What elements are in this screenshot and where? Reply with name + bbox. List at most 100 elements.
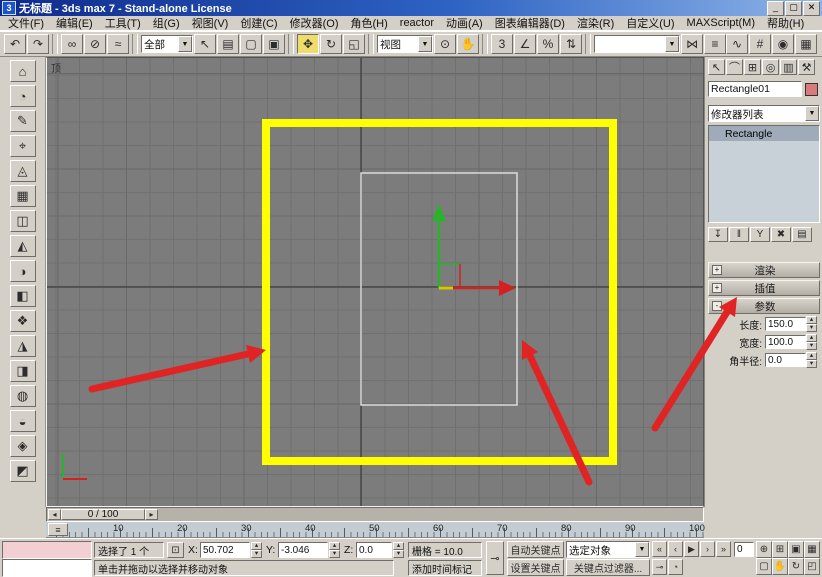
spinner-up-button[interactable]: ▴ [329,542,340,550]
menu-rendering[interactable]: 渲染(R) [571,15,620,31]
select-and-rotate-button[interactable]: ↻ [320,34,342,54]
time-slider-track[interactable]: ◂ 0 / 100 ▸ [46,507,704,522]
modifier-stack[interactable]: Rectangle [708,125,820,223]
left-toolbar-button[interactable]: ◒ [9,410,36,432]
curve-editor-button[interactable]: ∿ [726,34,748,54]
expand-icon[interactable]: + [712,283,722,293]
left-toolbar-button[interactable]: ▦ [9,185,36,207]
left-toolbar-button[interactable]: ◫ [9,210,36,232]
select-by-name-button[interactable]: ▤ [217,34,239,54]
menu-customize[interactable]: 自定义(U) [620,15,680,31]
angle-snap-button[interactable]: ∠ [514,34,536,54]
menu-create[interactable]: 创建(C) [234,15,283,31]
show-end-result-button[interactable]: ‖ [729,227,749,242]
go-to-start-button[interactable]: « [652,541,667,557]
play-button[interactable]: ▶ [684,541,699,557]
tab-display[interactable]: ▥ [780,59,797,75]
left-toolbar-button[interactable]: ◑ [9,260,36,282]
zoom-button[interactable]: ⊕ [756,541,772,558]
y-coordinate-field[interactable]: -3.046 [278,542,328,558]
menu-group[interactable]: 组(G) [147,15,186,31]
add-time-tag[interactable]: 添加时间标记 [408,560,482,576]
align-button[interactable]: ≡ [704,34,726,54]
zoom-all-button[interactable]: ⊞ [772,541,788,558]
left-toolbar-button[interactable]: ◔ [9,85,36,107]
auto-key-button[interactable]: 自动关键点 [507,541,564,558]
render-scene-button[interactable]: ▦ [795,34,817,54]
tab-modify[interactable]: ⌒ [726,59,743,75]
viewport-label[interactable]: 顶 [51,60,61,75]
select-and-link-button[interactable]: ∞ [61,34,83,54]
menu-tools[interactable]: 工具(T) [99,15,147,31]
minimize-button[interactable]: _ [767,0,784,16]
min-max-toggle-button[interactable]: ◰ [804,558,820,575]
menu-reactor[interactable]: reactor [394,17,440,29]
rollout-interpolation[interactable]: + 插值 [708,280,820,296]
pin-stack-button[interactable]: ↧ [708,227,728,242]
chevron-down-icon[interactable]: ▼ [635,542,649,557]
left-toolbar-button[interactable]: ◩ [9,460,36,482]
key-filters-button[interactable]: 关键点过滤器... [566,559,650,576]
left-toolbar-button[interactable]: ❖ [9,310,36,332]
undo-button[interactable]: ↶ [4,34,26,54]
timeline-ruler[interactable]: ≡ 10 20 30 40 50 60 70 80 90 100 [46,522,705,538]
spinner-up-button[interactable]: ▴ [806,352,817,360]
select-object-button[interactable]: ↖ [194,34,216,54]
left-toolbar-button[interactable]: ✎ [9,110,36,132]
maxscript-mini-listener-macro[interactable] [2,541,92,559]
use-pivot-center-button[interactable]: ⊙ [434,34,456,54]
key-mode-toggle-button[interactable]: ⊸ [652,559,667,575]
pan-button[interactable]: ✋ [772,558,788,575]
select-and-manipulate-button[interactable]: ✋ [457,34,479,54]
spinner-up-button[interactable]: ▴ [806,334,817,342]
arc-rotate-button[interactable]: ↻ [788,558,804,575]
x-coordinate-field[interactable]: 50.702 [200,542,250,558]
chevron-down-icon[interactable]: ▼ [665,36,679,52]
tab-create[interactable]: ↖ [708,59,725,75]
make-unique-button[interactable]: Y [750,227,770,242]
spinner-down-button[interactable]: ▾ [806,324,817,332]
viewport[interactable]: 顶 [46,57,704,507]
select-and-move-button[interactable]: ✥ [297,34,319,54]
schematic-view-button[interactable]: # [749,34,771,54]
maximize-button[interactable]: ▢ [785,0,802,16]
menu-character[interactable]: 角色(H) [345,15,394,31]
region-zoom-button[interactable]: ▢ [756,558,772,575]
corner-radius-field[interactable]: 0.0 [765,353,806,367]
left-toolbar-button[interactable]: ⌖ [9,135,36,157]
stack-item-rectangle[interactable]: Rectangle [709,126,819,141]
left-toolbar-button[interactable]: ◭ [9,235,36,257]
close-button[interactable]: ✕ [803,0,820,16]
set-key-mode-button[interactable]: 设置关键点 [507,559,564,576]
tab-utilities[interactable]: ⚒ [798,59,815,75]
object-color-swatch[interactable] [805,82,818,96]
tab-hierarchy[interactable]: ⊞ [744,59,761,75]
length-field[interactable]: 150.0 [765,317,806,331]
menu-help[interactable]: 帮助(H) [761,15,810,31]
material-editor-button[interactable]: ◉ [772,34,794,54]
menu-edit[interactable]: 编辑(E) [50,15,99,31]
bind-to-space-warp-button[interactable]: ≈ [107,34,129,54]
spinner-up-button[interactable]: ▴ [251,542,262,550]
z-coordinate-field[interactable]: 0.0 [356,542,392,558]
modifier-list-dropdown[interactable]: 修改器列表 ▼ [708,105,820,122]
chevron-down-icon[interactable]: ▼ [178,36,192,52]
spinner-down-button[interactable]: ▾ [806,360,817,368]
previous-frame-button[interactable]: ‹ [668,541,683,557]
menu-views[interactable]: 视图(V) [186,15,235,31]
named-selection-dropdown[interactable]: ▼ [594,35,680,53]
spinner-down-button[interactable]: ▾ [393,550,404,558]
remove-modifier-button[interactable]: ✖ [771,227,791,242]
expand-icon[interactable]: + [712,265,722,275]
left-toolbar-button[interactable]: ◨ [9,360,36,382]
selection-region-button[interactable]: ▢ [240,34,262,54]
time-slider-handle[interactable]: 0 / 100 [61,509,145,520]
go-to-end-button[interactable]: » [716,541,731,557]
gizmo-x-arrowhead-icon[interactable] [499,280,516,296]
key-filter-dropdown[interactable]: 选定对象 ▼ [566,541,650,558]
selection-filter-dropdown[interactable]: 全部 ▼ [141,35,193,53]
selection-lock-button[interactable]: ⊡ [167,542,184,558]
spinner-up-button[interactable]: ▴ [393,542,404,550]
menu-file[interactable]: 文件(F) [2,15,50,31]
spinner-snap-button[interactable]: ⇅ [560,34,582,54]
